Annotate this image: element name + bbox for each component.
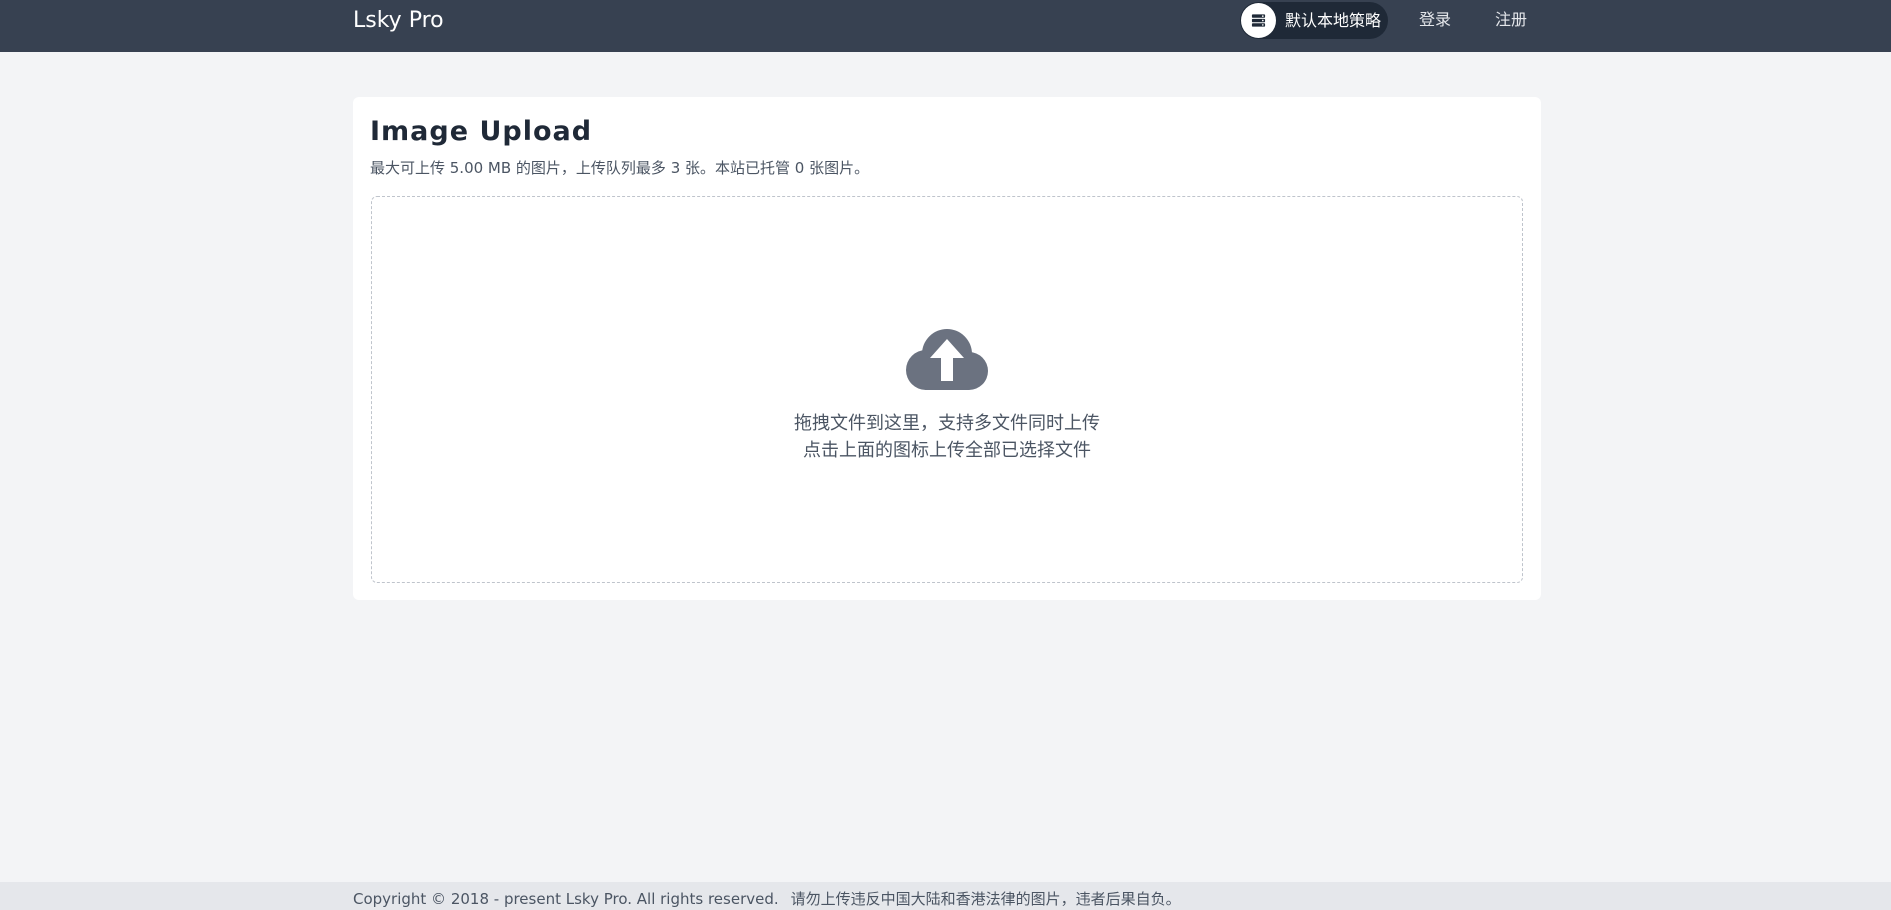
legal-notice-text: 请勿上传违反中国大陆和香港法律的图片，违者后果自负。: [790, 890, 1181, 908]
page-title: Image Upload: [370, 116, 593, 147]
dropzone-hint-drag: 拖拽文件到这里，支持多文件同时上传: [794, 413, 1100, 434]
upload-limits-text: 最大可上传 5.00 MB 的图片，上传队列最多 3 张。本站已托管 0 张图片…: [370, 159, 870, 177]
upload-card: Image Upload 最大可上传 5.00 MB 的图片，上传队列最多 3 …: [353, 97, 1541, 600]
storage-strategy-label: 默认本地策略: [1285, 10, 1382, 30]
copyright-text: Copyright © 2018 - present Lsky Pro. All…: [353, 890, 779, 908]
cloud-upload-icon[interactable]: [904, 329, 990, 391]
storage-strategy-selector[interactable]: 默认本地策略: [1240, 2, 1388, 39]
file-dropzone[interactable]: 拖拽文件到这里，支持多文件同时上传 点击上面的图标上传全部已选择文件: [371, 196, 1523, 583]
dropzone-hint-click: 点击上面的图标上传全部已选择文件: [803, 440, 1091, 461]
register-link[interactable]: 注册: [1495, 10, 1527, 30]
brand-logo-link[interactable]: Lsky Pro: [353, 8, 444, 34]
top-navbar: Lsky Pro 默认本地策略 登录 注册: [0, 0, 1891, 52]
server-icon: [1241, 3, 1276, 38]
footer-text: Copyright © 2018 - present Lsky Pro. All…: [353, 890, 1181, 908]
login-link[interactable]: 登录: [1419, 10, 1451, 30]
page-footer: Copyright © 2018 - present Lsky Pro. All…: [0, 882, 1891, 910]
